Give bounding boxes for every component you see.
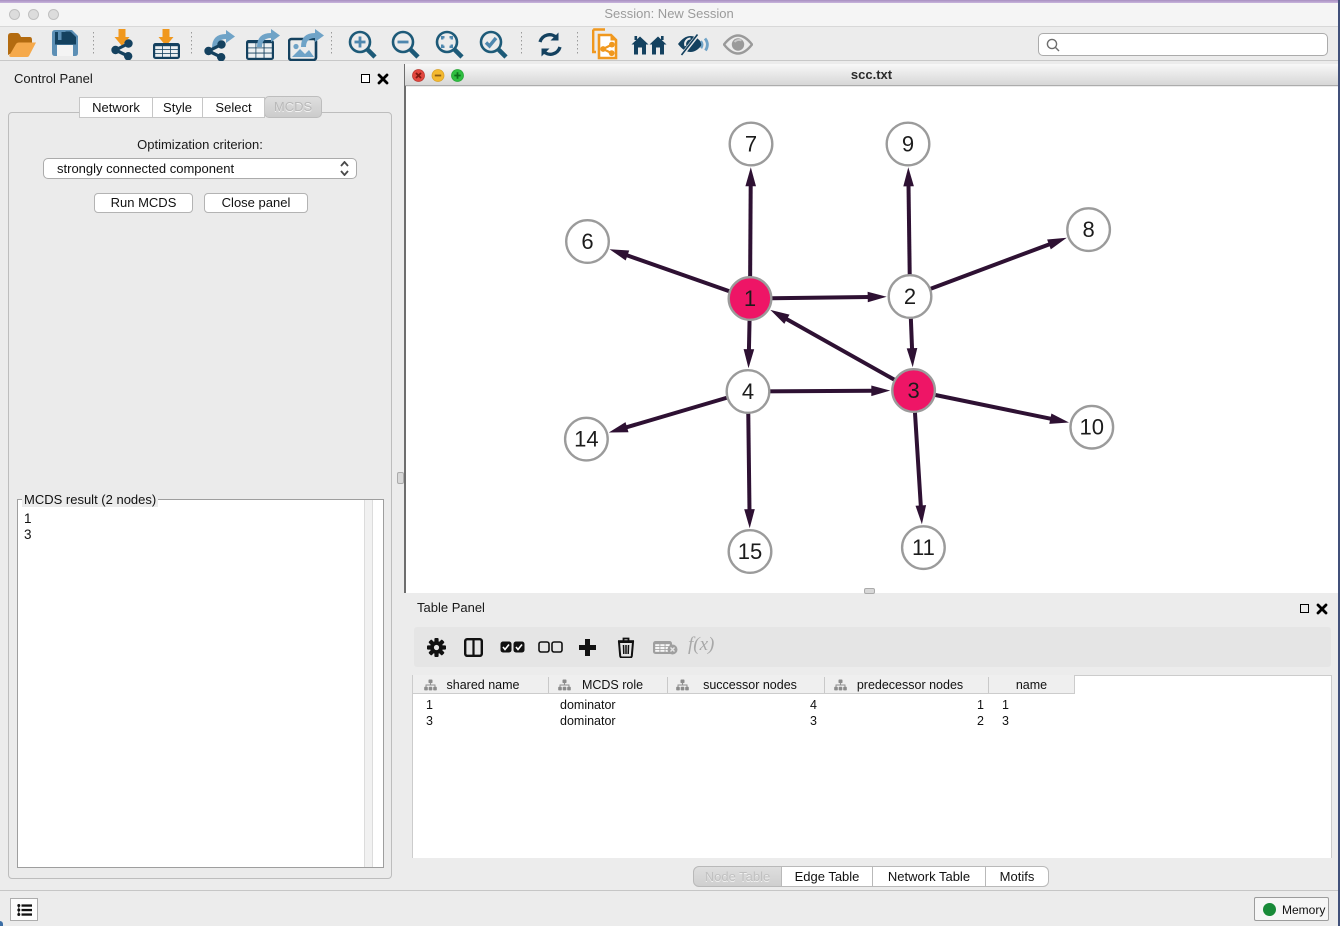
svg-text:10: 10 [1080,415,1104,440]
svg-text:9: 9 [902,132,914,157]
svg-text:7: 7 [745,132,757,157]
svg-text:4: 4 [742,379,754,404]
svg-text:15: 15 [738,539,762,564]
svg-text:8: 8 [1082,217,1094,242]
svg-text:6: 6 [581,229,593,254]
svg-text:1: 1 [744,286,756,311]
svg-text:14: 14 [574,427,598,452]
svg-text:2: 2 [904,284,916,309]
svg-text:3: 3 [907,378,919,403]
svg-text:11: 11 [912,535,935,560]
